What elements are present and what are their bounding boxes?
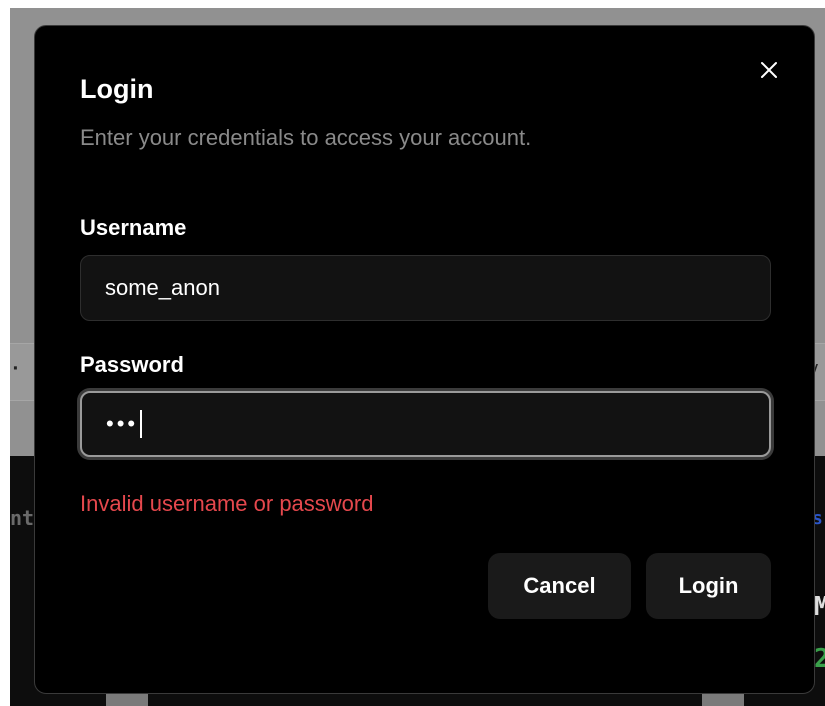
- password-label: Password: [80, 352, 184, 377]
- username-field[interactable]: some_anon: [80, 255, 771, 321]
- background-text-m: M: [814, 592, 825, 622]
- background-tab-stub-right: [702, 692, 744, 706]
- cancel-button-label: Cancel: [523, 573, 596, 598]
- cancel-button[interactable]: Cancel: [488, 553, 631, 619]
- text-caret: [140, 410, 143, 438]
- close-button[interactable]: [757, 58, 781, 82]
- error-message: Invalid username or password: [80, 491, 374, 516]
- username-value: some_anon: [105, 275, 220, 300]
- dialog-title: Login: [80, 74, 154, 104]
- background-tab-stub-left: [106, 692, 148, 706]
- login-dialog: Login Enter your credentials to access y…: [34, 25, 815, 694]
- login-button[interactable]: Login: [646, 553, 771, 619]
- username-label: Username: [80, 215, 187, 240]
- password-masked-value: •••: [106, 411, 139, 436]
- dialog-subtitle: Enter your credentials to access your ac…: [80, 125, 532, 150]
- background-text-2: 2: [814, 644, 825, 674]
- password-field[interactable]: •••: [80, 391, 771, 457]
- close-icon: [761, 62, 777, 78]
- background-text-nt: nt: [10, 506, 35, 530]
- login-button-label: Login: [678, 573, 739, 598]
